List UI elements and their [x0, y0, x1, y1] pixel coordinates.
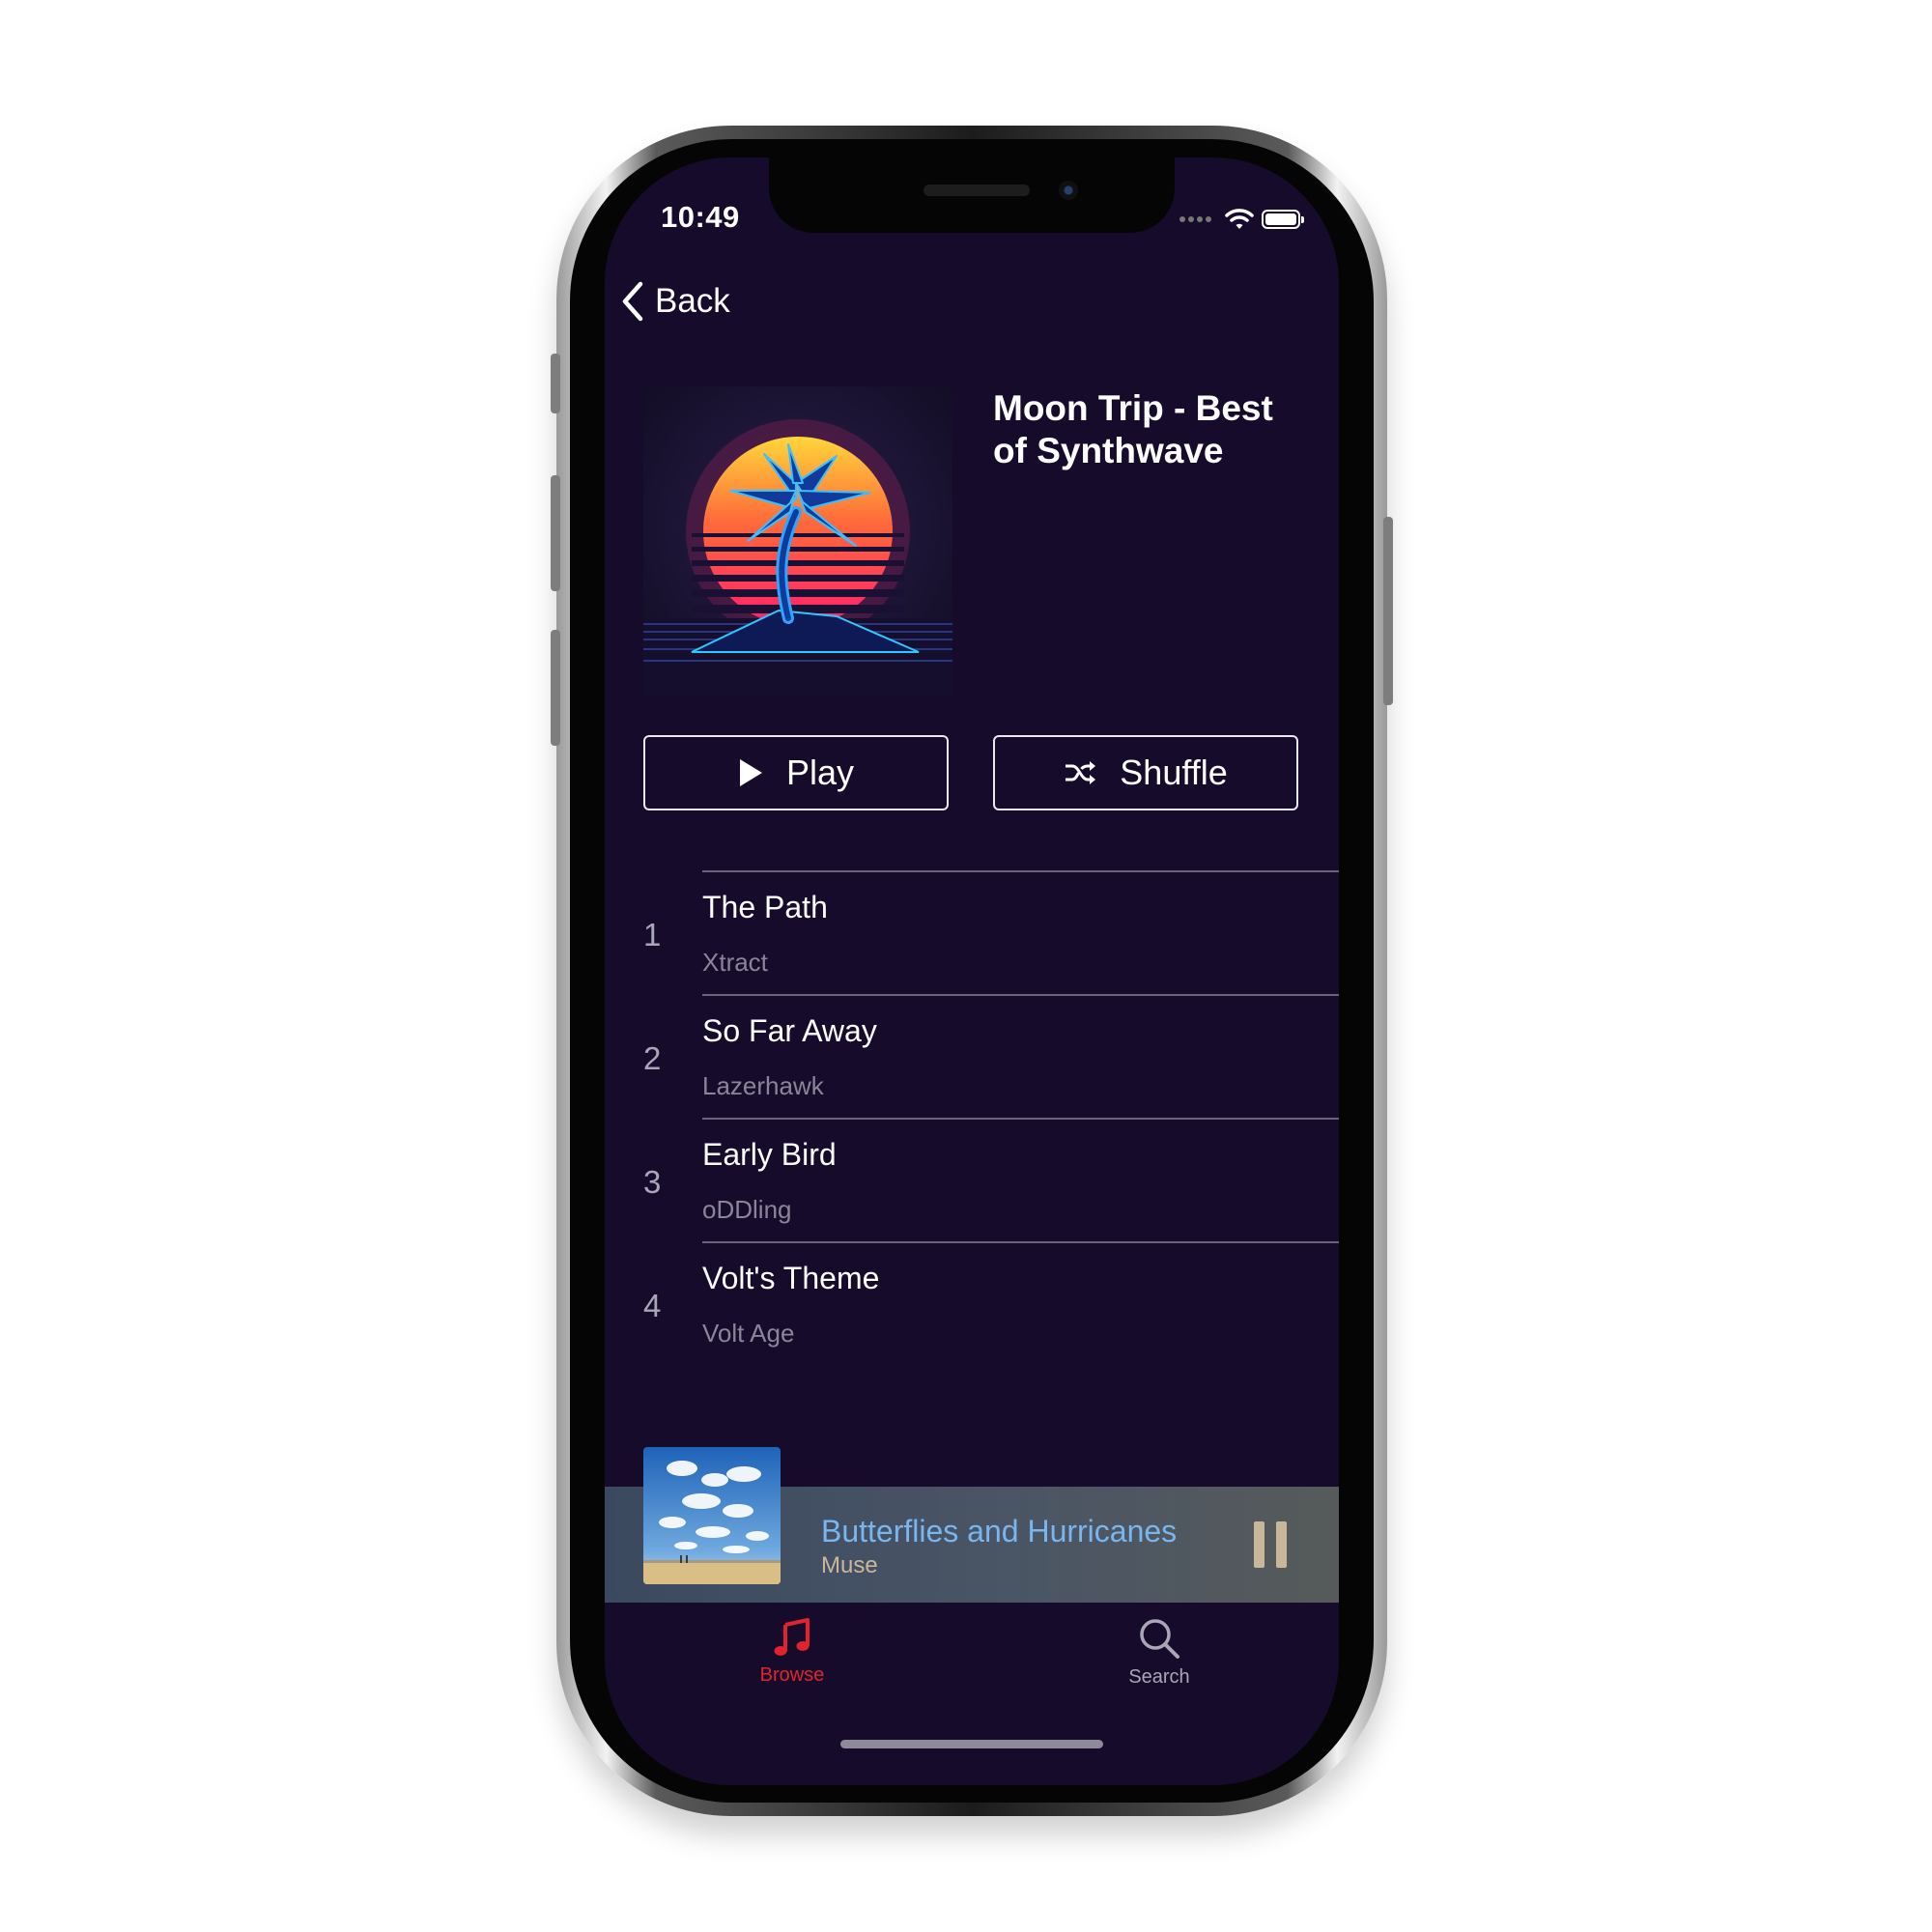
track-number: 1	[643, 917, 662, 952]
track-title: Volt's Theme	[702, 1261, 880, 1295]
search-icon	[1140, 1619, 1179, 1659]
power-button	[1383, 517, 1393, 705]
play-button[interactable]: Play	[643, 735, 949, 810]
track-number: 3	[643, 1164, 662, 1200]
volume-up-button	[551, 475, 560, 591]
chevron-left-icon	[622, 281, 643, 322]
back-label: Back	[655, 282, 730, 320]
track-artist: oDDling	[702, 1195, 792, 1224]
app-screen: 10:49 Back Moon Trip - Best of Synthwave…	[605, 157, 1339, 1785]
battery-icon	[1262, 210, 1304, 229]
status-time: 10:49	[661, 200, 740, 234]
cellular-signal-icon	[1179, 216, 1211, 222]
track-row[interactable]: 1 The Path Xtract	[605, 870, 1339, 994]
status-icons	[1179, 206, 1304, 233]
track-title: Early Bird	[702, 1137, 837, 1172]
divider	[702, 1118, 1339, 1120]
pause-icon	[1276, 1521, 1287, 1568]
track-artist: Volt Age	[702, 1319, 795, 1348]
track-title: So Far Away	[702, 1013, 877, 1048]
mute-switch	[551, 354, 560, 413]
divider	[702, 870, 1339, 872]
back-button[interactable]: Back	[620, 280, 730, 323]
track-row[interactable]: 2 So Far Away Lazerhawk	[605, 994, 1339, 1118]
album-art	[643, 386, 952, 696]
shuffle-icon	[1065, 761, 1096, 784]
music-note-icon	[774, 1618, 810, 1656]
wifi-icon	[1225, 209, 1254, 229]
notch	[769, 157, 1175, 233]
divider	[702, 1241, 1339, 1243]
play-label: Play	[785, 753, 855, 792]
tab-label: Search	[1128, 1666, 1190, 1688]
shuffle-button[interactable]: Shuffle	[993, 735, 1298, 810]
track-row[interactable]: 3 Early Bird oDDling	[605, 1118, 1339, 1241]
now-playing-artist: Muse	[821, 1552, 878, 1578]
now-playing-title: Butterflies and Hurricanes	[821, 1514, 1178, 1548]
home-indicator	[840, 1740, 1103, 1748]
volume-down-button	[551, 630, 560, 746]
album-title: Moon Trip - Best of Synthwave	[993, 388, 1273, 470]
divider	[702, 994, 1339, 996]
track-title: The Path	[702, 890, 828, 924]
track-artist: Xtract	[702, 948, 768, 977]
tab-browse[interactable]: Browse	[724, 1616, 860, 1687]
play-icon	[739, 759, 762, 786]
tab-bar: Browse Search	[605, 1603, 1339, 1699]
tab-label: Browse	[759, 1664, 825, 1686]
track-artist: Lazerhawk	[702, 1071, 824, 1100]
pause-icon	[1254, 1521, 1264, 1568]
pause-button[interactable]	[1254, 1521, 1287, 1568]
now-playing-artwork	[643, 1447, 781, 1584]
track-number: 2	[643, 1040, 662, 1076]
shuffle-label: Shuffle	[1120, 753, 1228, 792]
tab-search[interactable]: Search	[1092, 1616, 1227, 1689]
track-list: 1 The Path Xtract 2 So Far Away Lazerhaw…	[605, 870, 1339, 1365]
track-number: 4	[643, 1288, 662, 1323]
track-row[interactable]: 4 Volt's Theme Volt Age	[605, 1241, 1339, 1365]
